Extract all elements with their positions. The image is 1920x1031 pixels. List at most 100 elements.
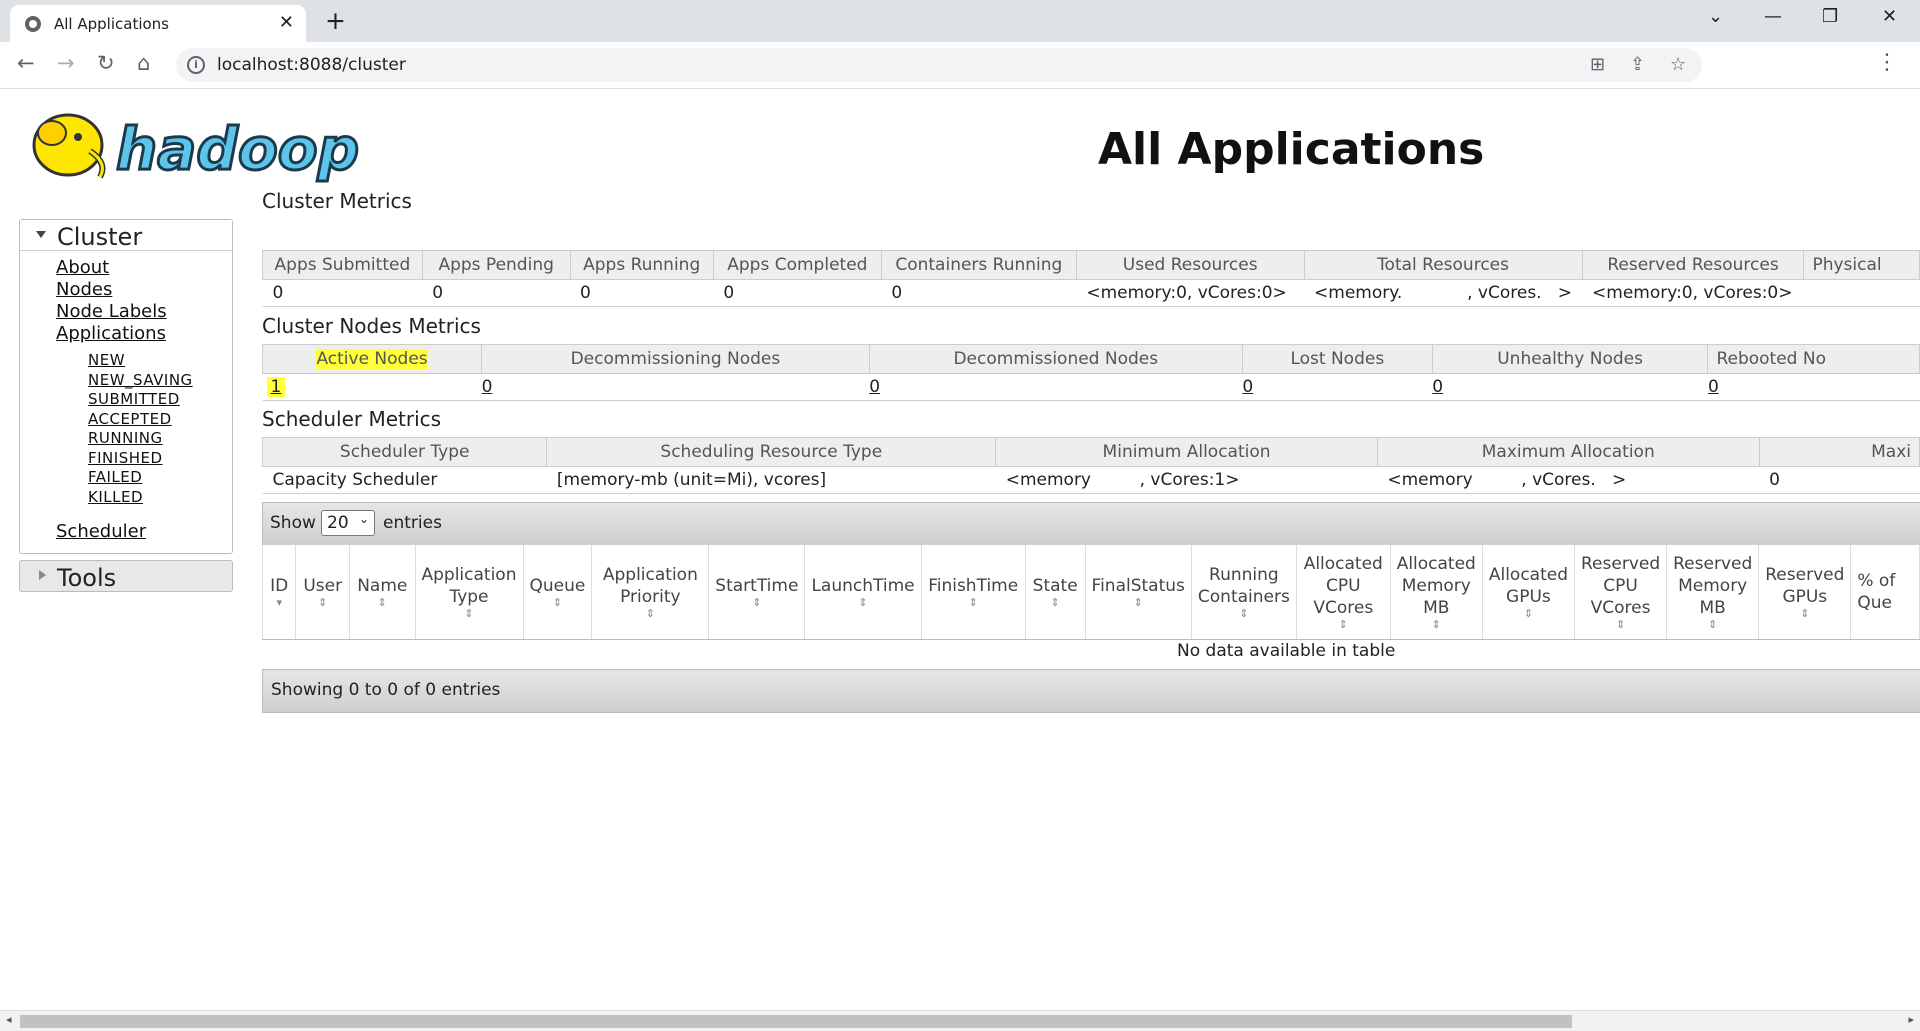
nav-link-node-labels[interactable]: Node Labels [56,301,232,323]
col-starttime[interactable]: StartTime ⇕ [708,545,806,640]
active-nodes-link[interactable]: 1 [266,377,286,397]
header-containers-running: Containers Running [880,250,1077,280]
hadoop-logo[interactable]: hadoop [20,99,398,191]
sort-icon: ⇕ [968,596,978,609]
header-scheduler-type: Scheduler Type [261,437,548,467]
share-icon[interactable]: ⇪ [1630,54,1645,75]
col-state[interactable]: State ⇕ [1024,545,1086,640]
maximize-button[interactable]: ❐ [1822,6,1838,27]
col-reserved-memory-mb[interactable]: Reserved Memory MB ⇕ [1666,545,1760,640]
nav-link-nodes[interactable]: Nodes [56,279,232,301]
globe-icon [25,16,41,32]
value-total-resources: <memory. , vCores. > [1304,279,1583,307]
col-user[interactable]: User ⇕ [295,545,351,640]
tab-close-icon[interactable]: ✕ [279,12,294,33]
window-close-button[interactable]: ✕ [1882,6,1897,27]
sort-icon: ⇕ [1050,596,1060,609]
left-nav: Cluster About Nodes Node Labels Applicat… [19,219,233,592]
cluster-metrics-table: Apps Submitted Apps Pending Apps Running… [262,250,1920,307]
horizontal-scrollbar[interactable]: ◂ ▸ [0,1010,1920,1031]
nav-link-about[interactable]: About [56,257,232,279]
chevron-down-icon: ⌄ [358,512,369,526]
value-lost-nodes[interactable]: 0 [1242,373,1433,401]
translate-icon[interactable]: ⊞ [1590,54,1605,75]
nav-link-applications[interactable]: Applications [56,323,232,345]
sort-icon: ⇕ [1239,607,1249,620]
browser-tab[interactable]: All Applications ✕ [10,5,306,42]
value-active-nodes: 1 [262,373,482,401]
address-bar[interactable]: i localhost:8088/cluster ⊞ ⇪ ☆ [176,48,1702,82]
tab-search-icon[interactable]: ⌄ [1708,6,1723,27]
col-percent-of-queue[interactable]: % of Que [1850,545,1920,640]
nav-state-accepted[interactable]: ACCEPTED [88,410,232,430]
sort-icon: ⇕ [1523,607,1534,620]
col-launchtime[interactable]: LaunchTime ⇕ [804,545,922,640]
scheduler-metrics-title: Scheduler Metrics [262,407,442,431]
nav-state-finished[interactable]: FINISHED [88,449,232,469]
site-info-icon[interactable]: i [187,56,205,74]
new-tab-button[interactable]: + [325,6,346,35]
value-decommissioning-nodes[interactable]: 0 [481,373,870,401]
col-allocated-memory-mb[interactable]: Allocated Memory MB ⇕ [1389,545,1483,640]
show-entries-bar: Show 20 ⌄ entries [262,502,1920,546]
url-text[interactable]: localhost:8088/cluster [217,55,406,75]
forward-button[interactable]: → [57,51,75,75]
col-finishtime[interactable]: FinishTime ⇕ [920,545,1026,640]
home-button[interactable]: ⌂ [137,51,150,75]
cluster-header[interactable]: Cluster [20,220,232,251]
sort-icon: ⇕ [1615,618,1626,631]
scroll-right-arrow-icon[interactable]: ▸ [1908,1013,1914,1026]
tools-panel[interactable]: Tools [19,560,233,592]
col-reserved-cpu-vcores[interactable]: Reserved CPU VCores ⇕ [1573,545,1668,640]
sort-icon: ⇕ [377,596,387,609]
value-unhealthy-nodes[interactable]: 0 [1432,373,1708,401]
entries-selected-value: 20 [327,513,349,533]
value-decommissioned-nodes[interactable]: 0 [869,373,1243,401]
col-finalstatus[interactable]: FinalStatus ⇕ [1084,545,1192,640]
bookmark-star-icon[interactable]: ☆ [1670,54,1686,75]
header-active-nodes: Active Nodes [261,344,483,374]
scroll-left-arrow-icon[interactable]: ◂ [6,1013,12,1026]
value-rebooted-nodes[interactable]: 0 [1707,373,1920,401]
sort-icon: ⇕ [552,596,563,609]
col-running-containers[interactable]: Running Containers ⇕ [1190,545,1297,640]
nav-state-new[interactable]: NEW [88,351,232,371]
nav-state-failed[interactable]: FAILED [88,468,232,488]
nav-link-scheduler[interactable]: Scheduler [56,521,232,543]
browser-menu-icon[interactable]: ⋮ [1876,50,1898,75]
header-apps-submitted: Apps Submitted [262,250,423,280]
value-apps-completed: 0 [713,279,882,307]
back-button[interactable]: ← [17,51,35,75]
col-application-priority[interactable]: Application Priority ⇕ [591,545,710,640]
nav-state-submitted[interactable]: SUBMITTED [88,390,232,410]
applications-table: ID ▾ User ⇕ Name ⇕ Application Type ⇕ Queue ⇕… [261,545,1920,640]
value-max-priority: 0 [1759,466,1920,494]
sort-icon: ⇕ [318,596,328,609]
minimize-button[interactable]: — [1764,6,1782,27]
nav-state-running[interactable]: RUNNING [88,429,232,449]
nav-state-killed[interactable]: KILLED [88,488,232,508]
active-nodes-label: Active Nodes [316,349,428,369]
header-rebooted-nodes: Rebooted No [1707,344,1920,374]
col-queue[interactable]: Queue ⇕ [522,545,593,640]
col-allocated-cpu-vcores[interactable]: Allocated CPU VCores ⇕ [1295,545,1391,640]
sort-icon: ⇕ [645,607,655,620]
col-reserved-gpus[interactable]: Reserved GPUs ⇕ [1758,545,1852,640]
header-decommissioning-nodes: Decommissioning Nodes [481,344,870,374]
entries-label: entries [383,513,442,533]
cluster-metrics-title: Cluster Metrics [262,189,412,213]
scrollbar-thumb[interactable] [20,1015,1572,1028]
col-allocated-gpus[interactable]: Allocated GPUs ⇕ [1481,545,1576,640]
col-application-type[interactable]: Application Type ⇕ [414,545,524,640]
page-content: hadoop All Applications Cluster About No… [0,89,1920,1010]
col-name[interactable]: Name ⇕ [349,545,416,640]
cluster-panel: Cluster About Nodes Node Labels Applicat… [19,219,233,554]
entries-per-page-select[interactable]: 20 ⌄ [321,510,375,536]
table-info-bar: Showing 0 to 0 of 0 entries [262,669,1920,713]
col-id[interactable]: ID ▾ [261,545,297,640]
page-title: All Applications [1098,124,1485,175]
sort-icon: ⇕ [464,607,474,620]
nav-state-new-saving[interactable]: NEW_SAVING [88,371,232,391]
reload-button[interactable]: ↻ [97,51,115,75]
sort-icon: ▾ [276,596,282,609]
